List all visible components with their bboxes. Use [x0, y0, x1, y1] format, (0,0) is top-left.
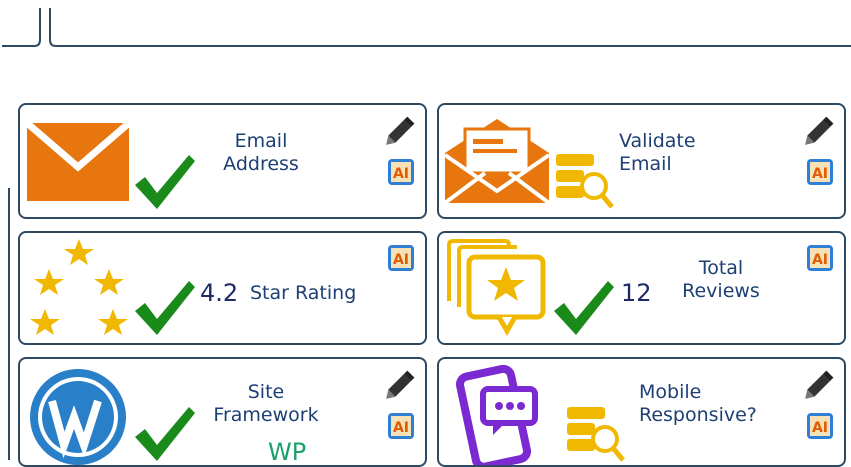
card-email-address[interactable]: Email Address AI [18, 103, 427, 219]
review-bubble-icon [447, 239, 546, 337]
wordpress-icon [30, 369, 126, 465]
ai-badge-icon[interactable]: AI [805, 243, 835, 273]
ai-badge-icon[interactable]: AI [805, 157, 835, 187]
card-total-reviews[interactable]: 12 Total Reviews AI [437, 231, 846, 345]
card-label: Email Address [223, 130, 299, 175]
card-site-framework[interactable]: Site Framework WP AI [18, 357, 427, 467]
framework-value: WP [268, 438, 307, 466]
edit-pencil-icon[interactable] [803, 367, 837, 401]
stars-icon [30, 239, 128, 335]
card-label: Validate Email [619, 130, 696, 175]
rating-value: 4.2 [200, 279, 239, 307]
edit-pencil-icon[interactable] [384, 113, 418, 147]
card-star-rating[interactable]: 4.2 Star Rating AI [18, 231, 427, 345]
svg-text:AI: AI [393, 420, 409, 436]
top-frame [2, 8, 851, 47]
card-label: Mobile Responsive? [639, 381, 757, 426]
database-search-icon [556, 154, 614, 209]
edit-pencil-icon[interactable] [384, 367, 418, 401]
svg-text:AI: AI [812, 252, 828, 268]
card-label: Total Reviews [682, 257, 760, 302]
reviews-value: 12 [621, 279, 652, 307]
ai-badge-icon[interactable]: AI [386, 243, 416, 273]
svg-text:AI: AI [393, 252, 409, 268]
check-icon [554, 281, 614, 335]
check-icon [135, 407, 195, 461]
ai-badge-icon[interactable]: AI [386, 157, 416, 187]
card-mobile-responsive[interactable]: Mobile Responsive? AI [437, 357, 846, 467]
svg-text:AI: AI [812, 166, 828, 182]
mobile-chat-icon [455, 365, 538, 465]
ai-badge-icon[interactable]: AI [805, 411, 835, 441]
card-label: Star Rating [250, 282, 357, 304]
ai-badge-icon[interactable]: AI [386, 411, 416, 441]
check-icon [135, 281, 195, 335]
envelope-icon [27, 123, 129, 201]
svg-text:AI: AI [812, 420, 828, 436]
left-frame [8, 188, 10, 460]
svg-text:AI: AI [393, 166, 409, 182]
card-validate-email[interactable]: Validate Email AI [437, 103, 846, 219]
open-envelope-icon [445, 119, 549, 203]
edit-pencil-icon[interactable] [803, 113, 837, 147]
check-icon [135, 155, 195, 209]
card-label: Site Framework [213, 381, 319, 426]
